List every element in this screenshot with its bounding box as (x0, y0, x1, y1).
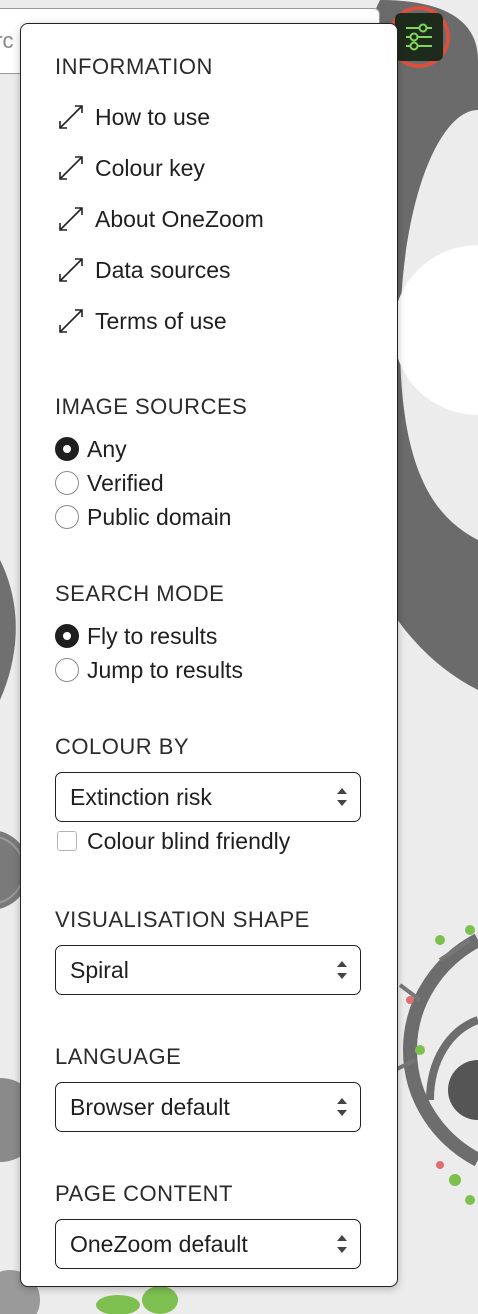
data-sources-label: Data sources (95, 256, 231, 283)
radio-button[interactable] (55, 471, 79, 495)
expand-icon (59, 207, 83, 231)
search-mode-fly-label: Fly to results (87, 622, 218, 649)
colour-by-title: COLOUR BY (55, 734, 190, 759)
radio-button[interactable] (55, 505, 79, 529)
terms-of-use-label: Terms of use (95, 307, 227, 334)
language-title: LANGUAGE (55, 1044, 182, 1069)
image-source-public-domain-label: Public domain (87, 503, 232, 530)
search-mode-fly[interactable]: Fly to results (55, 621, 217, 651)
image-source-public-domain[interactable]: Public domain (55, 502, 231, 532)
terms-of-use-link[interactable]: Terms of use (55, 304, 227, 338)
colour-by-select[interactable]: Extinction risk (55, 772, 361, 822)
colour-key-label: Colour key (95, 154, 205, 181)
image-source-any-label: Any (87, 435, 127, 462)
how-to-use-link[interactable]: How to use (55, 100, 210, 134)
language-value: Browser default (70, 1093, 230, 1120)
image-source-verified[interactable]: Verified (55, 468, 164, 498)
page-content-title: PAGE CONTENT (55, 1181, 233, 1206)
image-source-any[interactable]: Any (55, 434, 127, 464)
language-select[interactable]: Browser default (55, 1082, 361, 1132)
about-onezoom-label: About OneZoom (95, 205, 264, 232)
search-mode-jump-label: Jump to results (87, 656, 243, 683)
expand-icon (59, 156, 83, 180)
search-mode-jump[interactable]: Jump to results (55, 655, 243, 685)
page-content-value: OneZoom default (70, 1230, 248, 1257)
colour-by-value: Extinction risk (70, 783, 212, 810)
colour-blind-option[interactable]: Colour blind friendly (55, 826, 290, 856)
about-onezoom-link[interactable]: About OneZoom (55, 202, 264, 236)
radio-button[interactable] (55, 658, 79, 682)
image-source-verified-label: Verified (87, 469, 164, 496)
expand-icon (59, 309, 83, 333)
expand-icon (59, 105, 83, 129)
radio-button[interactable] (55, 624, 79, 648)
expand-icon (59, 258, 83, 282)
visualisation-shape-value: Spiral (70, 956, 129, 983)
how-to-use-label: How to use (95, 103, 211, 130)
visualisation-shape-select[interactable]: Spiral (55, 945, 361, 995)
sliders-icon (406, 23, 432, 51)
radio-button[interactable] (55, 437, 79, 461)
search-mode-title: SEARCH MODE (55, 581, 225, 606)
colour-blind-checkbox[interactable] (57, 831, 77, 851)
colour-blind-label: Colour blind friendly (87, 827, 291, 854)
select-arrows-icon (337, 788, 347, 806)
colour-key-link[interactable]: Colour key (55, 151, 205, 185)
select-arrows-icon (337, 1235, 347, 1253)
settings-panel: INFORMATION How to use Colour key About … (20, 23, 398, 1287)
select-arrows-icon (337, 961, 347, 979)
page-content-select[interactable]: OneZoom default (55, 1219, 361, 1269)
information-title: INFORMATION (55, 54, 213, 79)
visualisation-shape-title: VISUALISATION SHAPE (55, 907, 310, 932)
data-sources-link[interactable]: Data sources (55, 253, 231, 287)
select-arrows-icon (337, 1098, 347, 1116)
image-sources-title: IMAGE SOURCES (55, 394, 248, 419)
